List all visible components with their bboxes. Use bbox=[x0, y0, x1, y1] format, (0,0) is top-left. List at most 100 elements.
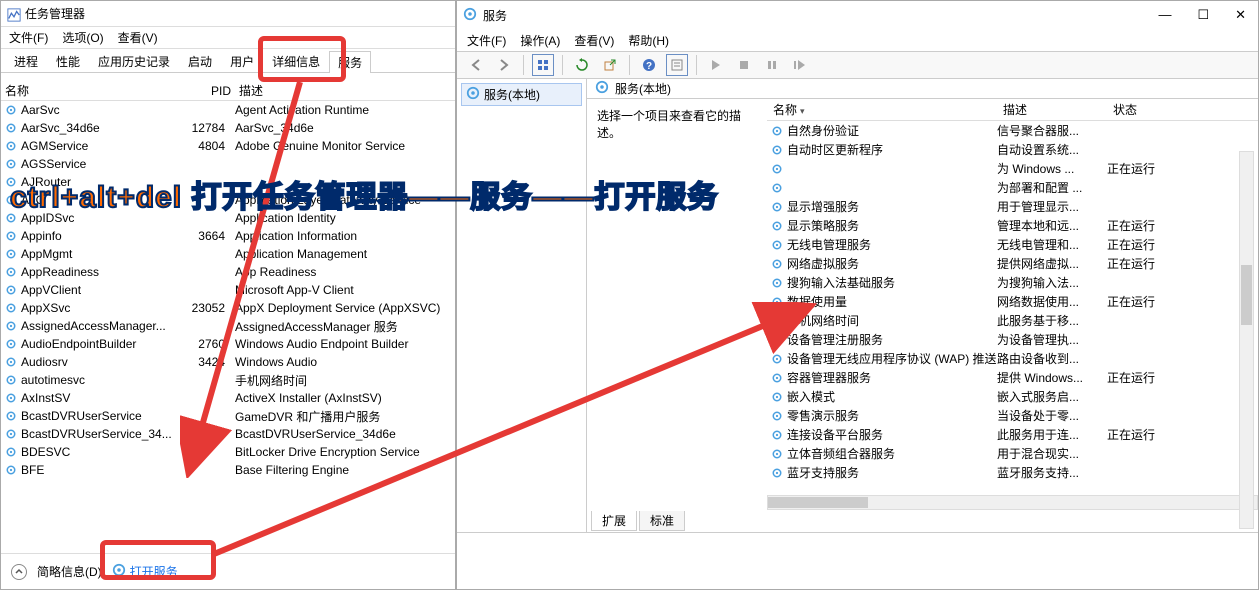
table-row[interactable]: BcastDVRUserService_34...BcastDVRUserSer… bbox=[1, 425, 455, 443]
properties-button[interactable] bbox=[666, 54, 688, 76]
start-button[interactable] bbox=[705, 54, 727, 76]
list-name-label: 网络虚拟服务 bbox=[787, 255, 859, 272]
services-app-icon bbox=[463, 7, 477, 24]
tab-standard[interactable]: 标准 bbox=[639, 511, 685, 531]
stop-button[interactable] bbox=[733, 54, 755, 76]
services-list[interactable]: 自然身份验证信号聚合器服...自动时区更新程序自动设置系统...为 Window… bbox=[767, 121, 1258, 495]
tab-apphistory[interactable]: 应用历史记录 bbox=[89, 50, 179, 72]
list-name-label: 零售演示服务 bbox=[787, 407, 859, 424]
simple-info-label[interactable]: 简略信息(D) bbox=[37, 563, 102, 580]
list-item[interactable]: 手机网络时间此服务基于移... bbox=[767, 311, 1258, 330]
svc-menu-action[interactable]: 操作(A) bbox=[520, 32, 560, 49]
detail-tabs: 扩展 标准 bbox=[587, 510, 1258, 532]
list-status: 正在运行 bbox=[1107, 369, 1187, 386]
close-button[interactable]: ✕ bbox=[1235, 7, 1246, 23]
list-name-label: 设备管理注册服务 bbox=[787, 331, 883, 348]
svc-name-label: AppXSvc bbox=[21, 301, 70, 315]
gear-icon bbox=[5, 122, 17, 134]
menu-file[interactable]: 文件(F) bbox=[9, 29, 48, 46]
maximize-button[interactable]: ☐ bbox=[1197, 7, 1209, 23]
open-services-link[interactable]: 打开服务 bbox=[112, 563, 178, 580]
svc-menu-file[interactable]: 文件(F) bbox=[467, 32, 506, 49]
tab-services[interactable]: 服务 bbox=[329, 51, 371, 73]
table-row[interactable]: AudioEndpointBuilder2760Windows Audio En… bbox=[1, 335, 455, 353]
tree-root-item[interactable]: 服务(本地) bbox=[461, 83, 582, 106]
collapse-icon[interactable] bbox=[11, 564, 27, 580]
table-row[interactable]: BDESVCBitLocker Drive Encryption Service bbox=[1, 443, 455, 461]
table-row[interactable]: AppXSvc23052AppX Deployment Service (App… bbox=[1, 299, 455, 317]
tab-extended[interactable]: 扩展 bbox=[591, 511, 637, 531]
pause-button[interactable] bbox=[761, 54, 783, 76]
list-item[interactable]: 无线电管理服务无线电管理和...正在运行 bbox=[767, 235, 1258, 254]
list-item[interactable]: 设备管理注册服务为设备管理执... bbox=[767, 330, 1258, 349]
list-item[interactable]: 连接设备平台服务此服务用于连...正在运行 bbox=[767, 425, 1258, 444]
list-item[interactable]: 蓝牙支持服务蓝牙服务支持... bbox=[767, 463, 1258, 482]
tab-processes[interactable]: 进程 bbox=[5, 50, 47, 72]
menu-options[interactable]: 选项(O) bbox=[62, 29, 103, 46]
services-toolbar: ? bbox=[457, 51, 1258, 79]
svc-menu-help[interactable]: 帮助(H) bbox=[628, 32, 669, 49]
table-row[interactable]: BcastDVRUserServiceGameDVR 和广播用户服务 bbox=[1, 407, 455, 425]
table-row[interactable]: AGMService4804Adobe Genuine Monitor Serv… bbox=[1, 137, 455, 155]
list-item[interactable]: 自然身份验证信号聚合器服... bbox=[767, 121, 1258, 140]
menu-view[interactable]: 查看(V) bbox=[118, 29, 158, 46]
table-row[interactable]: AarSvcAgent Activation Runtime bbox=[1, 101, 455, 119]
svc-name-label: Appinfo bbox=[21, 229, 62, 243]
list-item[interactable]: 显示增强服务用于管理显示... bbox=[767, 197, 1258, 216]
list-item[interactable]: 自动时区更新程序自动设置系统... bbox=[767, 140, 1258, 159]
back-button[interactable] bbox=[465, 54, 487, 76]
svc-pid: 3424 bbox=[191, 355, 235, 369]
refresh-button[interactable] bbox=[571, 54, 593, 76]
list-item[interactable]: 容器管理器服务提供 Windows...正在运行 bbox=[767, 368, 1258, 387]
list-item[interactable]: 显示策略服务管理本地和远...正在运行 bbox=[767, 216, 1258, 235]
gear-icon bbox=[5, 266, 17, 278]
gear-icon bbox=[771, 296, 783, 308]
list-item[interactable]: 嵌入模式嵌入式服务启... bbox=[767, 387, 1258, 406]
list-item[interactable]: 数据使用量网络数据使用...正在运行 bbox=[767, 292, 1258, 311]
table-row[interactable]: Audiosrv3424Windows Audio bbox=[1, 353, 455, 371]
table-row[interactable]: autotimesvc手机网络时间 bbox=[1, 371, 455, 389]
tab-performance[interactable]: 性能 bbox=[47, 50, 89, 72]
tab-startup[interactable]: 启动 bbox=[179, 50, 221, 72]
taskmgr-service-list[interactable]: AarSvcAgent Activation RuntimeAarSvc_34d… bbox=[1, 101, 455, 531]
tab-users[interactable]: 用户 bbox=[221, 50, 263, 72]
export-button[interactable] bbox=[599, 54, 621, 76]
table-row[interactable]: Appinfo3664Application Information bbox=[1, 227, 455, 245]
horizontal-scrollbar[interactable] bbox=[767, 495, 1258, 510]
table-row[interactable]: AppReadinessApp Readiness bbox=[1, 263, 455, 281]
gear-icon bbox=[5, 464, 17, 476]
tab-details[interactable]: 详细信息 bbox=[263, 50, 329, 72]
col-svc-status[interactable]: 状态 bbox=[1107, 101, 1187, 118]
table-row[interactable]: AGSService bbox=[1, 155, 455, 173]
minimize-button[interactable]: — bbox=[1158, 7, 1171, 23]
list-item[interactable]: 搜狗输入法基础服务为搜狗输入法... bbox=[767, 273, 1258, 292]
col-svc-desc[interactable]: 描述 bbox=[997, 101, 1107, 118]
help-button[interactable]: ? bbox=[638, 54, 660, 76]
col-svc-name[interactable]: 名称▾ bbox=[767, 101, 997, 118]
table-row[interactable]: AppVClientMicrosoft App-V Client bbox=[1, 281, 455, 299]
toolbar-view-button[interactable] bbox=[532, 54, 554, 76]
svc-desc: AssignedAccessManager 服务 bbox=[235, 318, 455, 335]
table-row[interactable]: AxInstSVActiveX Installer (AxInstSV) bbox=[1, 389, 455, 407]
list-name-label: 自然身份验证 bbox=[787, 122, 859, 139]
list-item[interactable]: 网络虚拟服务提供网络虚拟...正在运行 bbox=[767, 254, 1258, 273]
list-item[interactable]: 零售演示服务当设备处于零... bbox=[767, 406, 1258, 425]
list-item[interactable]: 设备管理无线应用程序协议 (WAP) 推送...路由设备收到... bbox=[767, 349, 1258, 368]
list-status: 正在运行 bbox=[1107, 255, 1187, 272]
col-name[interactable]: 名称 bbox=[1, 82, 191, 99]
list-item[interactable]: 为 Windows ...正在运行 bbox=[767, 159, 1258, 178]
table-row[interactable]: AssignedAccessManager...AssignedAccessMa… bbox=[1, 317, 455, 335]
table-row[interactable]: BFEBase Filtering Engine bbox=[1, 461, 455, 479]
list-item[interactable]: 立体音频组合器服务用于混合现实... bbox=[767, 444, 1258, 463]
col-pid[interactable]: PID bbox=[191, 84, 235, 98]
service-list-pane: 名称▾ 描述 状态 自然身份验证信号聚合器服...自动时区更新程序自动设置系统.… bbox=[767, 99, 1258, 510]
table-row[interactable]: AppMgmtApplication Management bbox=[1, 245, 455, 263]
col-desc[interactable]: 描述 bbox=[235, 82, 455, 99]
restart-button[interactable] bbox=[789, 54, 811, 76]
table-row[interactable]: AarSvc_34d6e12784AarSvc_34d6e bbox=[1, 119, 455, 137]
forward-button[interactable] bbox=[493, 54, 515, 76]
services-tree-pane: 服务(本地) bbox=[457, 79, 587, 532]
svc-menu-view[interactable]: 查看(V) bbox=[574, 32, 614, 49]
list-item[interactable]: 为部署和配置 ... bbox=[767, 178, 1258, 197]
vertical-scrollbar[interactable] bbox=[1239, 151, 1254, 529]
